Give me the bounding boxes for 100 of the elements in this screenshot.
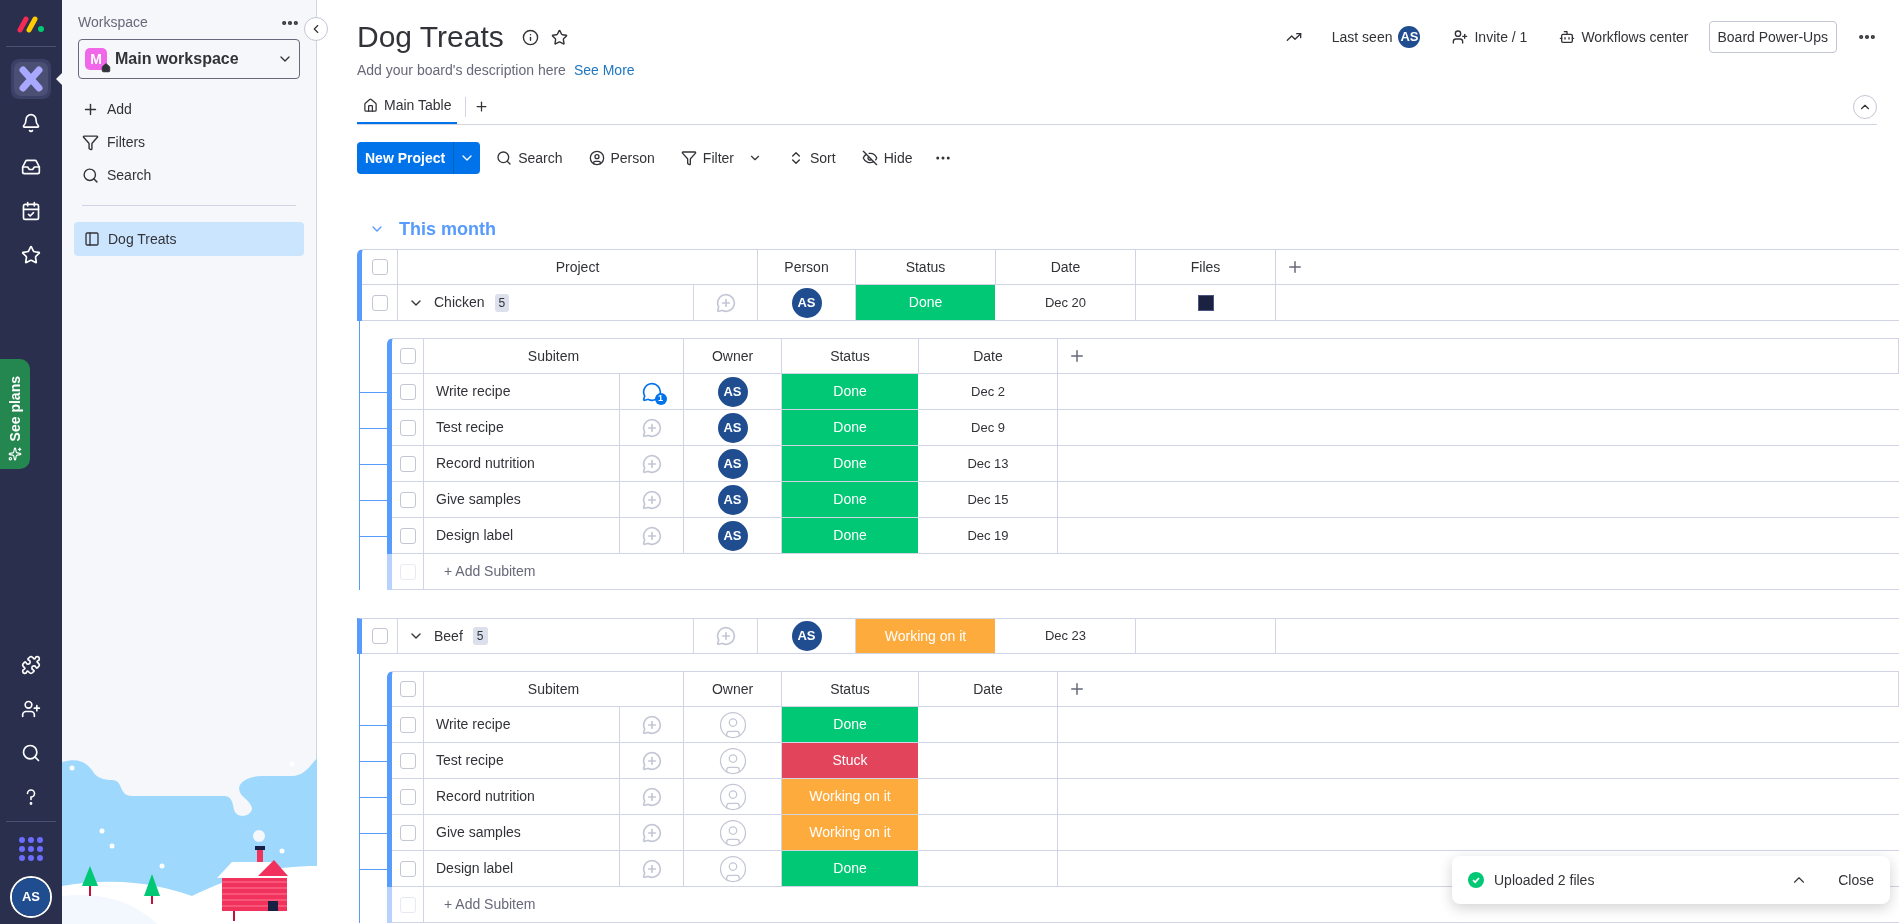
toolbar-button[interactable]: Person	[578, 142, 665, 174]
view-tab[interactable]: Main Table	[357, 89, 458, 124]
subitem-name: Write recipe	[424, 374, 619, 410]
date-cell[interactable]: Dec 13	[919, 446, 1058, 482]
add-comment-icon[interactable]	[641, 822, 662, 843]
date-cell[interactable]: Dec 9	[919, 410, 1058, 446]
checkbox[interactable]	[399, 383, 416, 400]
empty-person-icon[interactable]	[717, 817, 748, 848]
column-header: Owner	[684, 672, 782, 707]
checkbox[interactable]	[399, 788, 416, 805]
toolbar-button[interactable]: Hide	[851, 142, 923, 174]
user-avatar: AS	[791, 621, 822, 651]
checkbox[interactable]	[399, 752, 416, 769]
power-ups-button[interactable]: Board Power-Ups	[1708, 21, 1837, 53]
subitem-count-badge: 5	[494, 293, 510, 312]
add-comment-icon[interactable]	[715, 626, 736, 646]
invite-button[interactable]: Invite / 1	[1452, 26, 1528, 48]
toolbar-button[interactable]: Sort	[778, 142, 846, 174]
group-title: This month	[399, 217, 496, 241]
date-cell[interactable]: Dec 23	[996, 619, 1136, 654]
comment-icon[interactable]	[641, 381, 662, 402]
add-subitem-button[interactable]: + Add Subitem	[444, 894, 536, 915]
files-cell[interactable]	[1136, 619, 1276, 654]
add-comment-icon[interactable]	[641, 858, 662, 879]
checkbox[interactable]	[399, 860, 416, 877]
user-avatar: AS	[717, 448, 748, 479]
search-icon	[496, 150, 513, 166]
robot-icon	[1559, 29, 1576, 45]
add-subitem-button[interactable]: + Add Subitem	[444, 561, 536, 582]
add-comment-icon[interactable]	[641, 453, 662, 474]
checkbox[interactable]	[371, 294, 388, 311]
add-comment-icon[interactable]	[641, 417, 662, 438]
checkbox[interactable]	[399, 527, 416, 544]
workspace-badge: M	[85, 48, 107, 70]
home-icon	[101, 63, 111, 73]
status-cell: Working on it	[856, 619, 996, 653]
add-comment-icon[interactable]	[641, 786, 662, 807]
add-comment-icon[interactable]	[641, 714, 662, 735]
puzzle-icon[interactable]	[21, 655, 41, 675]
toolbar-button[interactable]: Search	[486, 142, 573, 174]
checkbox[interactable]	[399, 491, 416, 508]
board-item[interactable]: Dog Treats	[74, 222, 304, 256]
comment-count-badge: 1	[654, 392, 667, 405]
checkbox[interactable]	[399, 681, 416, 697]
checkbox[interactable]	[371, 259, 388, 275]
sidebar-action[interactable]: Search	[62, 159, 316, 192]
file-thumbnail[interactable]	[1197, 294, 1214, 311]
add-column-icon[interactable]	[1068, 680, 1086, 698]
collapse-button[interactable]	[304, 17, 328, 41]
subitem-count-badge: 5	[472, 627, 488, 645]
apps-grid-icon[interactable]	[18, 836, 44, 862]
files-cell[interactable]	[1136, 285, 1276, 321]
empty-person-icon[interactable]	[717, 781, 748, 812]
success-check-icon	[1468, 872, 1484, 888]
info-icon[interactable]	[521, 28, 539, 46]
status-cell: Done	[782, 446, 919, 481]
checkbox[interactable]	[399, 455, 416, 472]
close-button[interactable]: Close	[1838, 869, 1874, 891]
toolbar-button[interactable]: Filter	[670, 142, 772, 174]
search-icon[interactable]	[21, 743, 41, 763]
logo-icon	[16, 14, 46, 34]
add-person-icon	[1452, 29, 1469, 45]
add-view-icon[interactable]	[474, 99, 490, 114]
workspace-name: Main workspace	[115, 49, 240, 69]
checkbox[interactable]	[399, 716, 416, 733]
add-column-icon[interactable]	[1286, 258, 1304, 276]
add-person-icon[interactable]	[21, 699, 41, 719]
date-cell[interactable]: Dec 20	[996, 285, 1136, 321]
status-cell: Done	[782, 482, 919, 517]
see-plans-button[interactable]: See plans	[0, 359, 30, 469]
status-cell: Done	[782, 851, 919, 886]
calendar-check-icon	[21, 201, 41, 221]
empty-person-icon[interactable]	[717, 745, 748, 776]
checkbox[interactable]	[399, 419, 416, 436]
empty-person-icon[interactable]	[717, 853, 748, 884]
column-header: Subitem	[424, 339, 684, 374]
add-column-icon[interactable]	[1068, 347, 1086, 365]
checkbox[interactable]	[399, 824, 416, 841]
workspace-dropdown[interactable]: M Main workspace	[78, 39, 300, 79]
add-comment-icon[interactable]	[641, 750, 662, 771]
inbox-icon	[21, 157, 41, 177]
checkbox[interactable]	[399, 348, 416, 364]
sidebar-action[interactable]: Add	[62, 93, 316, 126]
sidebar-action[interactable]: Filters	[62, 126, 316, 159]
item-name: Chicken	[434, 293, 485, 312]
add-comment-icon[interactable]	[641, 489, 662, 510]
empty-person-icon[interactable]	[717, 709, 748, 740]
checkbox[interactable]	[371, 628, 388, 644]
add-comment-icon[interactable]	[641, 525, 662, 546]
workflows-button[interactable]: Workflows center	[1559, 26, 1689, 48]
add-comment-icon[interactable]	[715, 292, 736, 313]
last-seen-button[interactable]: Last seen AS	[1331, 26, 1421, 48]
filter-icon	[680, 150, 697, 166]
column-header: Date	[996, 250, 1136, 285]
date-cell[interactable]: Dec 2	[919, 374, 1058, 410]
star-icon[interactable]	[550, 28, 568, 46]
see-more-link[interactable]: See More	[573, 60, 635, 81]
date-cell[interactable]: Dec 15	[919, 482, 1058, 518]
date-cell[interactable]: Dec 19	[919, 518, 1058, 554]
status-cell: Done	[782, 374, 919, 409]
